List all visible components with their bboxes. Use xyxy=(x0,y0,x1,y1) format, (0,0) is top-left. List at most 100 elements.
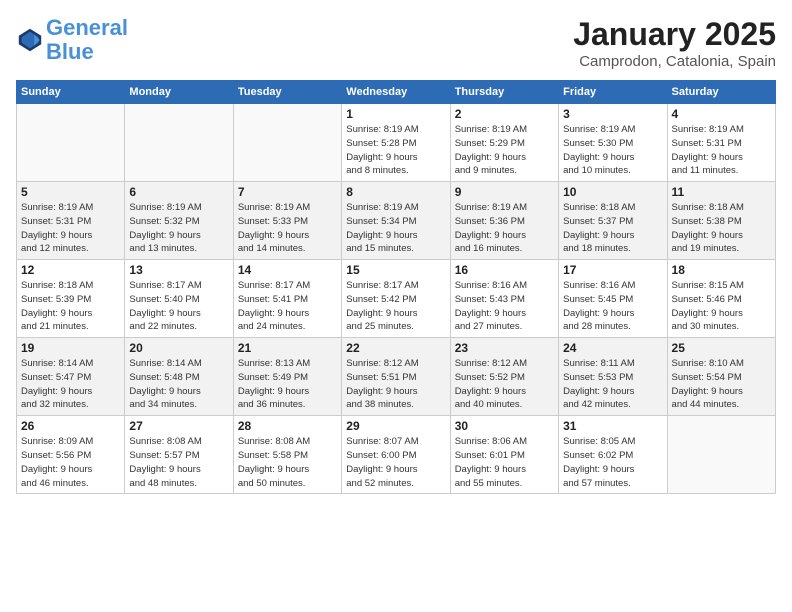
calendar-cell: 21 Sunrise: 8:13 AM Sunset: 5:49 PM Dayli… xyxy=(233,338,341,416)
header: General Blue January 2025 Camprodon, Cat… xyxy=(16,16,776,70)
calendar-cell: 19 Sunrise: 8:14 AM Sunset: 5:47 PM Dayli… xyxy=(17,338,125,416)
day-info: Sunrise: 8:16 AM Sunset: 5:43 PM Dayligh… xyxy=(455,279,554,334)
calendar-cell: 29Sunrise: 8:07 AM Sunset: 6:00 PM Dayli… xyxy=(342,416,450,494)
day-number: 5 xyxy=(21,185,120,199)
weekday-header-saturday: Saturday xyxy=(667,81,775,104)
page: General Blue January 2025 Camprodon, Cat… xyxy=(0,0,792,612)
calendar-cell: 7 Sunrise: 8:19 AM Sunset: 5:33 PM Daylig… xyxy=(233,182,341,260)
calendar-cell: 10Sunrise: 8:18 AM Sunset: 5:37 PM Dayli… xyxy=(559,182,667,260)
calendar-cell: 14Sunrise: 8:17 AM Sunset: 5:41 PM Dayli… xyxy=(233,260,341,338)
weekday-header-wednesday: Wednesday xyxy=(342,81,450,104)
calendar-cell: 1 Sunrise: 8:19 AM Sunset: 5:28 PM Daylig… xyxy=(342,104,450,182)
weekday-header-thursday: Thursday xyxy=(450,81,558,104)
weekday-header-tuesday: Tuesday xyxy=(233,81,341,104)
weekday-header-row: SundayMondayTuesdayWednesdayThursdayFrid… xyxy=(17,81,776,104)
day-info: Sunrise: 8:11 AM Sunset: 5:53 PM Dayligh… xyxy=(563,357,662,412)
day-number: 21 xyxy=(238,341,337,355)
day-info: Sunrise: 8:14 AM Sunset: 5:47 PM Dayligh… xyxy=(21,357,120,412)
day-info: Sunrise: 8:19 AM Sunset: 5:30 PM Dayligh… xyxy=(563,123,662,178)
day-number: 11 xyxy=(672,185,771,199)
day-number: 26 xyxy=(21,419,120,433)
day-info: Sunrise: 8:19 AM Sunset: 5:34 PM Dayligh… xyxy=(346,201,445,256)
day-number: 16 xyxy=(455,263,554,277)
day-info: Sunrise: 8:09 AM Sunset: 5:56 PM Dayligh… xyxy=(21,435,120,490)
day-info: Sunrise: 8:08 AM Sunset: 5:58 PM Dayligh… xyxy=(238,435,337,490)
day-info: Sunrise: 8:19 AM Sunset: 5:28 PM Dayligh… xyxy=(346,123,445,178)
calendar-cell xyxy=(125,104,233,182)
calendar-cell: 4 Sunrise: 8:19 AM Sunset: 5:31 PM Daylig… xyxy=(667,104,775,182)
day-number: 24 xyxy=(563,341,662,355)
day-number: 2 xyxy=(455,107,554,121)
calendar-cell: 27 Sunrise: 8:08 AM Sunset: 5:57 PM Dayli… xyxy=(125,416,233,494)
calendar-cell xyxy=(17,104,125,182)
day-number: 20 xyxy=(129,341,228,355)
calendar-cell: 2Sunrise: 8:19 AM Sunset: 5:29 PM Daylig… xyxy=(450,104,558,182)
calendar-row-3: 12Sunrise: 8:18 AM Sunset: 5:39 PM Dayli… xyxy=(17,260,776,338)
day-info: Sunrise: 8:05 AM Sunset: 6:02 PM Dayligh… xyxy=(563,435,662,490)
title-block: January 2025 Camprodon, Catalonia, Spain xyxy=(573,16,776,70)
day-number: 13 xyxy=(129,263,228,277)
calendar-cell: 24 Sunrise: 8:11 AM Sunset: 5:53 PM Dayli… xyxy=(559,338,667,416)
day-info: Sunrise: 8:19 AM Sunset: 5:33 PM Dayligh… xyxy=(238,201,337,256)
day-number: 6 xyxy=(129,185,228,199)
logo-text: General Blue xyxy=(46,16,128,64)
calendar-cell: 8 Sunrise: 8:19 AM Sunset: 5:34 PM Daylig… xyxy=(342,182,450,260)
calendar-cell: 18Sunrise: 8:15 AM Sunset: 5:46 PM Dayli… xyxy=(667,260,775,338)
day-number: 23 xyxy=(455,341,554,355)
day-info: Sunrise: 8:14 AM Sunset: 5:48 PM Dayligh… xyxy=(129,357,228,412)
day-number: 25 xyxy=(672,341,771,355)
calendar-cell: 28 Sunrise: 8:08 AM Sunset: 5:58 PM Dayli… xyxy=(233,416,341,494)
day-number: 15 xyxy=(346,263,445,277)
day-number: 10 xyxy=(563,185,662,199)
calendar-cell: 11 Sunrise: 8:18 AM Sunset: 5:38 PM Dayli… xyxy=(667,182,775,260)
logo-icon xyxy=(16,26,44,54)
day-info: Sunrise: 8:13 AM Sunset: 5:49 PM Dayligh… xyxy=(238,357,337,412)
day-number: 7 xyxy=(238,185,337,199)
calendar-cell xyxy=(233,104,341,182)
day-info: Sunrise: 8:16 AM Sunset: 5:45 PM Dayligh… xyxy=(563,279,662,334)
calendar-cell: 23 Sunrise: 8:12 AM Sunset: 5:52 PM Dayli… xyxy=(450,338,558,416)
location-subtitle: Camprodon, Catalonia, Spain xyxy=(573,53,776,70)
day-number: 9 xyxy=(455,185,554,199)
day-info: Sunrise: 8:17 AM Sunset: 5:42 PM Dayligh… xyxy=(346,279,445,334)
day-info: Sunrise: 8:17 AM Sunset: 5:41 PM Dayligh… xyxy=(238,279,337,334)
day-info: Sunrise: 8:12 AM Sunset: 5:52 PM Dayligh… xyxy=(455,357,554,412)
calendar-cell: 26 Sunrise: 8:09 AM Sunset: 5:56 PM Dayli… xyxy=(17,416,125,494)
calendar-row-5: 26 Sunrise: 8:09 AM Sunset: 5:56 PM Dayli… xyxy=(17,416,776,494)
day-info: Sunrise: 8:06 AM Sunset: 6:01 PM Dayligh… xyxy=(455,435,554,490)
day-number: 4 xyxy=(672,107,771,121)
calendar-cell: 13Sunrise: 8:17 AM Sunset: 5:40 PM Dayli… xyxy=(125,260,233,338)
day-number: 1 xyxy=(346,107,445,121)
day-info: Sunrise: 8:10 AM Sunset: 5:54 PM Dayligh… xyxy=(672,357,771,412)
day-info: Sunrise: 8:15 AM Sunset: 5:46 PM Dayligh… xyxy=(672,279,771,334)
day-number: 19 xyxy=(21,341,120,355)
day-info: Sunrise: 8:19 AM Sunset: 5:31 PM Dayligh… xyxy=(672,123,771,178)
day-number: 17 xyxy=(563,263,662,277)
calendar-cell: 15 Sunrise: 8:17 AM Sunset: 5:42 PM Dayli… xyxy=(342,260,450,338)
calendar-row-4: 19 Sunrise: 8:14 AM Sunset: 5:47 PM Dayli… xyxy=(17,338,776,416)
calendar-cell: 9Sunrise: 8:19 AM Sunset: 5:36 PM Daylig… xyxy=(450,182,558,260)
day-number: 12 xyxy=(21,263,120,277)
logo: General Blue xyxy=(16,16,128,64)
calendar-cell: 12Sunrise: 8:18 AM Sunset: 5:39 PM Dayli… xyxy=(17,260,125,338)
day-number: 28 xyxy=(238,419,337,433)
day-info: Sunrise: 8:18 AM Sunset: 5:38 PM Dayligh… xyxy=(672,201,771,256)
day-info: Sunrise: 8:08 AM Sunset: 5:57 PM Dayligh… xyxy=(129,435,228,490)
calendar-row-2: 5 Sunrise: 8:19 AM Sunset: 5:31 PM Daylig… xyxy=(17,182,776,260)
calendar-cell: 20 Sunrise: 8:14 AM Sunset: 5:48 PM Dayli… xyxy=(125,338,233,416)
calendar-table: SundayMondayTuesdayWednesdayThursdayFrid… xyxy=(16,80,776,494)
day-number: 27 xyxy=(129,419,228,433)
weekday-header-sunday: Sunday xyxy=(17,81,125,104)
day-info: Sunrise: 8:12 AM Sunset: 5:51 PM Dayligh… xyxy=(346,357,445,412)
day-number: 3 xyxy=(563,107,662,121)
calendar-cell: 25 Sunrise: 8:10 AM Sunset: 5:54 PM Dayli… xyxy=(667,338,775,416)
calendar-cell: 16 Sunrise: 8:16 AM Sunset: 5:43 PM Dayli… xyxy=(450,260,558,338)
day-info: Sunrise: 8:19 AM Sunset: 5:31 PM Dayligh… xyxy=(21,201,120,256)
day-number: 8 xyxy=(346,185,445,199)
calendar-row-1: 1 Sunrise: 8:19 AM Sunset: 5:28 PM Daylig… xyxy=(17,104,776,182)
day-number: 31 xyxy=(563,419,662,433)
logo-line1: General xyxy=(46,15,128,40)
calendar-cell: 5 Sunrise: 8:19 AM Sunset: 5:31 PM Daylig… xyxy=(17,182,125,260)
day-info: Sunrise: 8:07 AM Sunset: 6:00 PM Dayligh… xyxy=(346,435,445,490)
weekday-header-monday: Monday xyxy=(125,81,233,104)
